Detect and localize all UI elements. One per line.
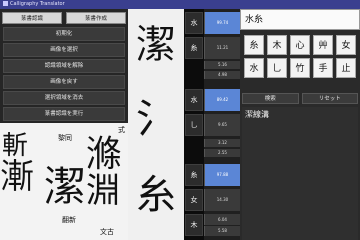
tab-recognize[interactable]: 篆書認識 xyxy=(2,12,62,24)
preview-glyph: 淵 xyxy=(86,171,120,211)
title-bar: Calligraphy Translator xyxy=(0,0,360,9)
component-label[interactable]: 女 xyxy=(185,189,203,211)
component-score[interactable]: 2.55 xyxy=(204,149,240,157)
component-score[interactable]: 14.30 xyxy=(204,189,240,211)
radical-key[interactable]: 竹 xyxy=(290,58,310,78)
radical-key[interactable]: 心 xyxy=(290,35,310,55)
radical-key[interactable]: 女 xyxy=(336,35,356,55)
radical-grid: 糸 木 心 艸 女 水 乚 竹 手 ⽌ xyxy=(244,35,358,78)
restore-image-button[interactable]: 画像を戻す xyxy=(3,75,125,89)
seal-glyph[interactable]: 糸 xyxy=(128,165,184,225)
right-panel: 水糸 糸 木 心 艸 女 水 乚 竹 手 ⽌ 検索 リセット 潔線溝 xyxy=(240,9,360,240)
component-score[interactable]: 6.04 xyxy=(204,214,240,225)
radical-input[interactable]: 水糸 xyxy=(240,9,360,30)
radical-key[interactable]: 手 xyxy=(313,58,333,78)
initialize-button[interactable]: 初期化 xyxy=(3,27,125,41)
component-score[interactable]: 99.74 xyxy=(204,12,240,34)
select-image-button[interactable]: 画像を選択 xyxy=(3,43,125,57)
radical-key[interactable]: 乚 xyxy=(267,58,287,78)
app-icon xyxy=(3,1,8,6)
radical-key[interactable]: 糸 xyxy=(244,35,264,55)
preview-label: 翻新 xyxy=(62,216,76,224)
component-label[interactable]: 水 xyxy=(185,89,203,111)
radical-key[interactable]: 木 xyxy=(267,35,287,55)
preview-label: 黎同 xyxy=(58,134,72,142)
component-score[interactable]: 5.58 xyxy=(204,226,240,236)
erase-selection-button[interactable]: 選択領域を消去 xyxy=(3,91,125,105)
component-score[interactable]: 97.88 xyxy=(204,164,240,186)
left-panel: 篆書認識 篆書作成 初期化 画像を選択 認識領域を解除 画像を戻す 選択領域を消… xyxy=(0,9,128,240)
seal-glyph-column: 潔 氵 糸 xyxy=(128,9,184,240)
image-preview[interactable]: 斬 漸 潔 滌 淵 黎同 式 翻新 文古 xyxy=(0,123,128,240)
app-window: Calligraphy Translator 篆書認識 篆書作成 初期化 画像を… xyxy=(0,0,360,240)
action-row: 検索 リセット xyxy=(242,93,358,104)
radical-key[interactable]: 艸 xyxy=(313,35,333,55)
radical-key[interactable]: 水 xyxy=(244,58,264,78)
seal-glyph[interactable]: 氵 xyxy=(128,89,184,149)
run-recognition-button[interactable]: 篆書認識を実行 xyxy=(3,107,125,121)
component-label[interactable]: 乚 xyxy=(185,114,203,136)
tab-create[interactable]: 篆書作成 xyxy=(66,12,126,24)
component-score[interactable]: 3.12 xyxy=(204,139,240,147)
component-label[interactable]: 糸 xyxy=(185,164,203,186)
seal-glyph[interactable]: 潔 xyxy=(128,15,184,75)
result-text[interactable]: 潔線溝 xyxy=(245,109,269,120)
component-score[interactable]: 89.42 xyxy=(204,89,240,111)
component-label[interactable]: 木 xyxy=(185,214,203,236)
preview-glyph: 漸 xyxy=(0,157,34,197)
mode-tabs: 篆書認識 篆書作成 xyxy=(2,12,126,24)
command-list: 初期化 画像を選択 認識領域を解除 画像を戻す 選択領域を消去 篆書認識を実行 xyxy=(3,27,125,123)
component-score[interactable]: 4.98 xyxy=(204,71,240,79)
result-area: 潔線溝 xyxy=(242,107,358,240)
preview-label: 文古 xyxy=(100,228,114,236)
clear-region-button[interactable]: 認識領域を解除 xyxy=(3,59,125,73)
component-score[interactable]: 11.21 xyxy=(204,37,240,59)
search-button[interactable]: 検索 xyxy=(242,93,299,104)
window-title: Calligraphy Translator xyxy=(10,1,65,7)
component-score[interactable]: 5.16 xyxy=(204,61,240,69)
preview-label: 式 xyxy=(118,126,125,134)
reset-button[interactable]: リセット xyxy=(301,93,358,104)
preview-glyph: 潔 xyxy=(44,162,87,211)
component-score[interactable]: 9.65 xyxy=(204,114,240,136)
component-label[interactable]: 糸 xyxy=(185,37,203,59)
component-candidates: 水 99.74 糸 11.21 5.16 4.98 水 89.42 乚 9.65… xyxy=(185,9,240,240)
radical-key[interactable]: ⽌ xyxy=(336,58,356,78)
component-label[interactable]: 水 xyxy=(185,12,203,34)
